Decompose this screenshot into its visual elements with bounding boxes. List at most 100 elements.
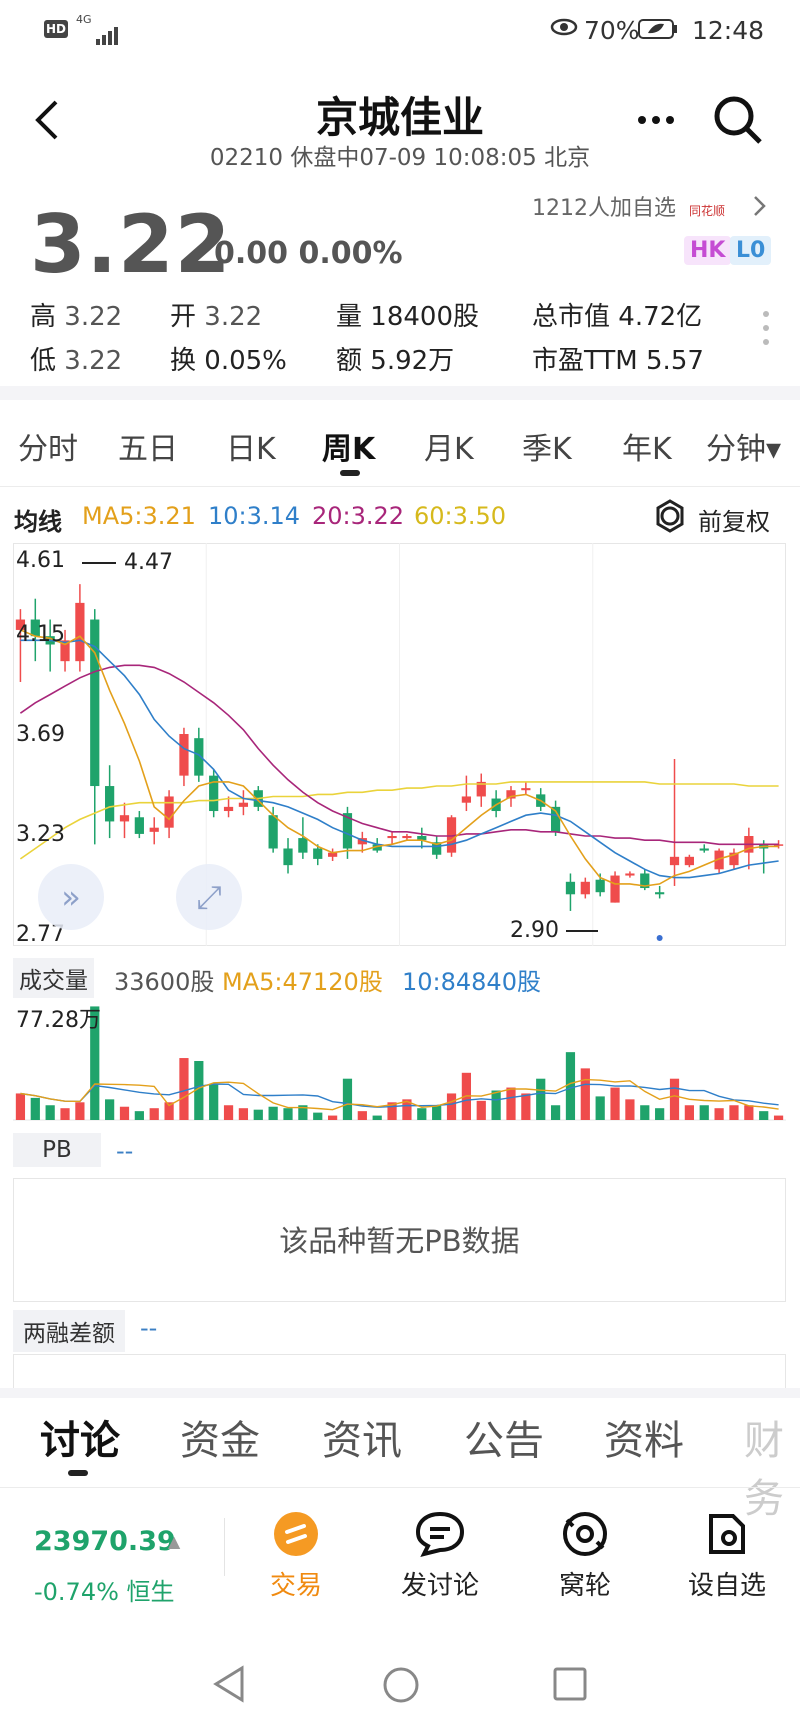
ma10-value: 10:3.14 bbox=[208, 502, 301, 530]
nav-back-icon[interactable] bbox=[212, 1664, 246, 1704]
volume-current: 33600股 bbox=[114, 968, 215, 996]
volume-bar bbox=[550, 1105, 561, 1120]
candle-body bbox=[521, 788, 531, 791]
tab-fenshi[interactable]: 分时 bbox=[18, 424, 78, 468]
tab-zhouk[interactable]: 周K bbox=[322, 424, 375, 468]
margin-value: -- bbox=[140, 1314, 158, 1342]
more-vertical-icon[interactable] bbox=[760, 310, 772, 350]
stat-open: 开 3.22 bbox=[170, 302, 263, 332]
add-watchlist-button[interactable]: 设自选 bbox=[672, 1510, 782, 1602]
volume-bar bbox=[417, 1108, 427, 1120]
tab-niank[interactable]: 年K bbox=[622, 424, 672, 468]
post-label: 发讨论 bbox=[400, 1571, 479, 1601]
hsi-value[interactable]: 23970.39 bbox=[34, 1526, 176, 1557]
hd-badge: HD bbox=[44, 20, 68, 38]
tab-rik[interactable]: 日K bbox=[226, 424, 276, 468]
ma5-value: MA5:3.21 bbox=[82, 502, 196, 530]
volume-bar bbox=[759, 1111, 769, 1120]
candle-body bbox=[595, 879, 605, 893]
tab-jik[interactable]: 季K bbox=[522, 424, 572, 468]
high-marker-line bbox=[82, 562, 116, 564]
volume-chart[interactable] bbox=[13, 998, 786, 1124]
event-dot bbox=[656, 935, 663, 941]
volume-bar bbox=[536, 1078, 546, 1120]
last-price: 3.22 bbox=[30, 198, 232, 291]
chevron-right-icon[interactable] bbox=[752, 194, 768, 218]
tab-profile[interactable]: 资料 bbox=[604, 1408, 684, 1466]
candle-body bbox=[461, 796, 472, 803]
volume-title: 成交量 bbox=[13, 958, 94, 998]
candle-body bbox=[402, 836, 412, 839]
page-subtitle: 02210 休盘中07-09 10:08:05 北京 bbox=[209, 145, 591, 171]
stat-turnover: 换 0.05% bbox=[170, 346, 287, 376]
warrant-button[interactable]: 窝轮 bbox=[530, 1510, 640, 1602]
eye-icon bbox=[550, 18, 578, 36]
volume-bar bbox=[238, 1108, 249, 1120]
pb-empty-state: 该品种暂无PB数据 bbox=[13, 1178, 786, 1302]
search-icon[interactable] bbox=[712, 94, 764, 146]
stat-low: 低 3.22 bbox=[30, 346, 123, 376]
tab-yuek[interactable]: 月K bbox=[424, 424, 474, 468]
tab-fenzhong[interactable]: 分钟▾ bbox=[706, 424, 781, 468]
volume-bar bbox=[342, 1078, 353, 1120]
tab-discussion[interactable]: 讨论 bbox=[40, 1408, 120, 1466]
system-nav-bar bbox=[0, 1650, 800, 1733]
tab-funds[interactable]: 资金 bbox=[180, 1408, 260, 1466]
tab-wuri[interactable]: 五日 bbox=[118, 424, 178, 468]
volume-bar bbox=[669, 1078, 680, 1120]
y-tick-4: 3.23 bbox=[16, 822, 65, 847]
clock: 12:48 bbox=[692, 16, 765, 45]
volume-bar bbox=[565, 1052, 576, 1120]
volume-bar bbox=[283, 1108, 293, 1120]
candle-body bbox=[75, 602, 85, 662]
section-divider bbox=[0, 386, 800, 400]
volume-bar bbox=[521, 1093, 531, 1120]
signal-icon bbox=[96, 16, 120, 45]
nav-home-icon[interactable] bbox=[382, 1666, 420, 1704]
section-divider-2 bbox=[0, 1388, 800, 1398]
trade-button[interactable]: 交易 bbox=[241, 1510, 351, 1602]
candle-body bbox=[565, 881, 576, 895]
stat-market-cap: 总市值 4.72亿 bbox=[532, 302, 703, 332]
margin-chart-area bbox=[13, 1354, 786, 1388]
volume-bar bbox=[357, 1111, 367, 1120]
volume-bar bbox=[625, 1099, 635, 1120]
more-icon[interactable] bbox=[636, 114, 676, 126]
volume-bar bbox=[223, 1105, 234, 1120]
bar-divider bbox=[224, 1518, 225, 1576]
candle-body bbox=[625, 873, 635, 876]
volume-ma10: 10:84840股 bbox=[402, 968, 541, 996]
ma20-value: 20:3.22 bbox=[312, 502, 405, 530]
kline-chart[interactable] bbox=[13, 543, 786, 946]
watchers-count[interactable]: 1212人加自选 同花顺 bbox=[532, 190, 725, 222]
watchers-text: 1212人加自选 bbox=[532, 196, 676, 221]
adjust-mode[interactable]: 前复权 bbox=[698, 502, 770, 537]
trade-icon bbox=[274, 1512, 318, 1556]
expand-left-button[interactable]: » bbox=[38, 864, 104, 930]
hsi-change[interactable]: -0.74% 恒生 bbox=[34, 1572, 175, 1607]
post-discussion-button[interactable]: 发讨论 bbox=[385, 1510, 495, 1602]
price-change: 0.00 0.00% bbox=[214, 236, 403, 271]
volume-bar bbox=[580, 1068, 590, 1120]
volume-bar bbox=[655, 1108, 665, 1120]
candle-body bbox=[223, 806, 234, 812]
ma60-value: 60:3.50 bbox=[414, 502, 507, 530]
battery-percent: 70% bbox=[584, 16, 640, 45]
nav-recents-icon[interactable] bbox=[552, 1666, 588, 1702]
volume-bar bbox=[313, 1112, 323, 1120]
volume-bar bbox=[119, 1106, 130, 1120]
candle-body bbox=[610, 875, 620, 903]
volume-bar bbox=[595, 1096, 605, 1120]
volume-ma5: MA5:47120股 bbox=[222, 968, 383, 996]
volume-bar bbox=[268, 1106, 278, 1120]
status-bar: HD 4G 70% 12:48 bbox=[0, 0, 800, 62]
fullscreen-button[interactable]: ⤢ bbox=[176, 864, 242, 930]
gear-icon[interactable] bbox=[652, 498, 688, 534]
tab-news[interactable]: 资讯 bbox=[322, 1408, 402, 1466]
candle-body bbox=[179, 734, 189, 776]
volume-bar bbox=[432, 1105, 442, 1120]
triangle-up-icon: ▲ bbox=[168, 1532, 181, 1551]
volume-bar bbox=[209, 1084, 219, 1120]
volume-bar bbox=[105, 1099, 115, 1120]
tab-announcements[interactable]: 公告 bbox=[464, 1408, 544, 1466]
